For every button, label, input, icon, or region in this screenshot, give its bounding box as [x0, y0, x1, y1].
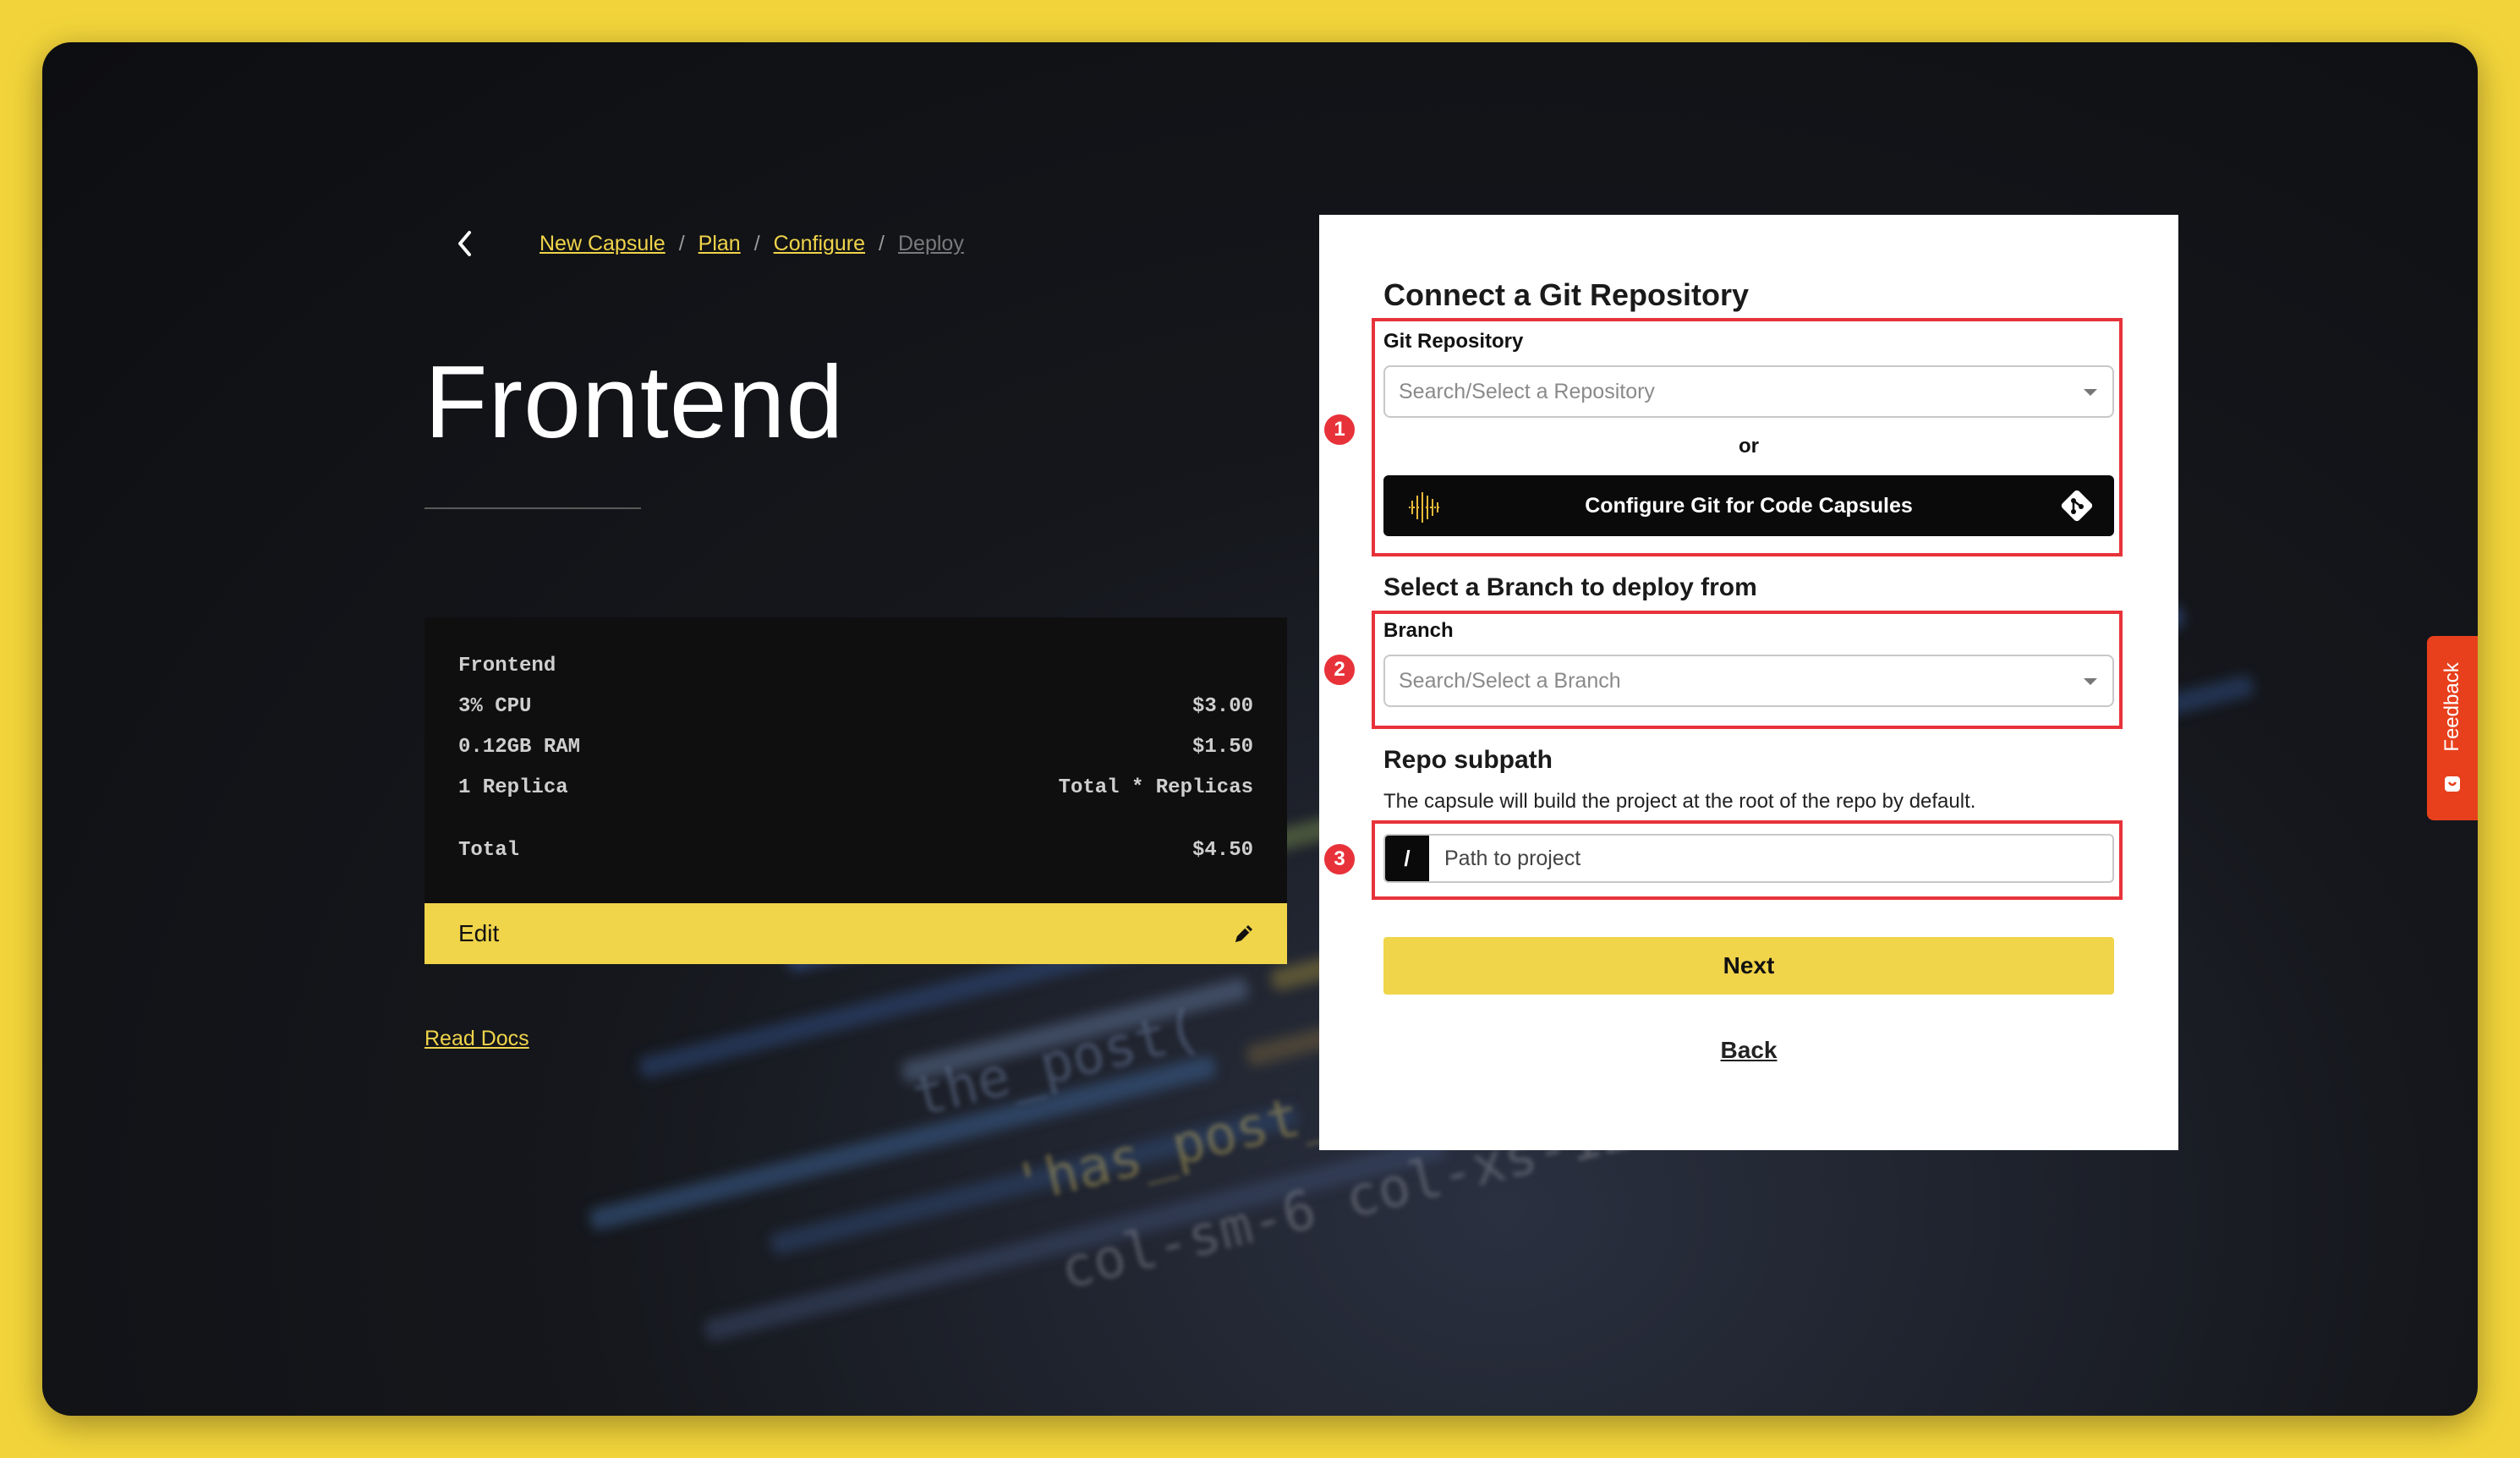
repository-select[interactable]: Search/Select a Repository: [1383, 365, 2114, 418]
branch-select-placeholder: Search/Select a Branch: [1399, 668, 1621, 693]
subpath-help-text: The capsule will build the project at th…: [1383, 790, 1976, 813]
summary-row-value: Total * Replicas: [1058, 776, 1253, 799]
summary-total-label: Total: [458, 839, 520, 862]
summary-row-cpu: 3% CPU $3.00: [458, 695, 1253, 718]
branch-label: Branch: [1383, 619, 1454, 642]
summary-row-replica: 1 Replica Total * Replicas: [458, 776, 1253, 799]
feedback-label: Feedback: [2441, 662, 2463, 752]
back-link[interactable]: Back: [1319, 1037, 2178, 1064]
dropdown-caret-icon: [2084, 389, 2097, 396]
svg-text:the_post(: the_post(: [907, 998, 1206, 1130]
summary-name: Frontend: [458, 655, 556, 677]
annotation-badge-2: 2: [1323, 653, 1356, 687]
or-divider-text: or: [1739, 435, 1759, 458]
page-title: Frontend: [425, 344, 845, 459]
subpath-heading: Repo subpath: [1383, 746, 1553, 774]
feedback-tab[interactable]: Feedback: [2427, 636, 2478, 820]
title-divider: [425, 507, 641, 509]
breadcrumb-separator: /: [678, 231, 685, 255]
summary-row-label: 0.12GB RAM: [458, 736, 581, 759]
summary-name-row: Frontend: [458, 655, 1253, 677]
breadcrumb-plan[interactable]: Plan: [698, 232, 741, 256]
subpath-input-group: /: [1383, 834, 2114, 883]
plan-summary-card: Frontend 3% CPU $3.00 0.12GB RAM $1.50 1…: [425, 617, 1287, 903]
git-icon: [2061, 490, 2093, 522]
repository-select-placeholder: Search/Select a Repository: [1399, 379, 1655, 403]
breadcrumb-deploy: Deploy: [898, 231, 964, 255]
summary-row-value: $1.50: [1192, 736, 1253, 759]
edit-label: Edit: [458, 920, 500, 946]
repo-label: Git Repository: [1383, 330, 1524, 353]
configure-git-button[interactable]: Configure Git for Code Capsules: [1383, 475, 2114, 536]
code-capsules-logo-icon: [1409, 492, 1439, 523]
app-window: 'has_post_thumbnail' col-sm-6 col-xs-12 …: [42, 42, 2478, 1416]
breadcrumb-separator: /: [753, 231, 760, 255]
breadcrumb-configure[interactable]: Configure: [774, 232, 865, 256]
branch-select[interactable]: Search/Select a Branch: [1383, 655, 2114, 707]
git-repository-panel: Connect a Git Repository 1 Git Repositor…: [1319, 215, 2178, 1150]
summary-total-value: $4.50: [1192, 839, 1253, 862]
summary-row-label: 1 Replica: [458, 776, 568, 799]
edit-plan-button[interactable]: Edit: [425, 903, 1287, 964]
breadcrumb-separator: /: [879, 231, 885, 255]
subpath-prefix: /: [1385, 836, 1429, 881]
branch-heading: Select a Branch to deploy from: [1383, 573, 1757, 601]
feedback-icon: [2445, 776, 2460, 792]
dropdown-caret-icon: [2084, 678, 2097, 685]
panel-heading: Connect a Git Repository: [1383, 277, 1750, 312]
configure-git-label: Configure Git for Code Capsules: [1585, 493, 1913, 518]
annotation-badge-3: 3: [1323, 842, 1356, 876]
summary-row-value: $3.00: [1192, 695, 1253, 718]
read-docs-link[interactable]: Read Docs: [425, 1027, 529, 1051]
chevron-left-icon: [458, 231, 471, 256]
breadcrumb: New Capsule / Plan / Configure / Deploy: [540, 227, 964, 260]
next-button[interactable]: Next: [1383, 937, 2114, 995]
summary-total-row: Total $4.50: [458, 839, 1253, 862]
summary-row-ram: 0.12GB RAM $1.50: [458, 736, 1253, 759]
breadcrumb-new-capsule[interactable]: New Capsule: [540, 232, 666, 256]
pencil-icon: [1235, 925, 1252, 942]
subpath-input[interactable]: [1429, 836, 2112, 881]
summary-row-label: 3% CPU: [458, 695, 532, 718]
back-arrow-button[interactable]: [446, 220, 484, 267]
